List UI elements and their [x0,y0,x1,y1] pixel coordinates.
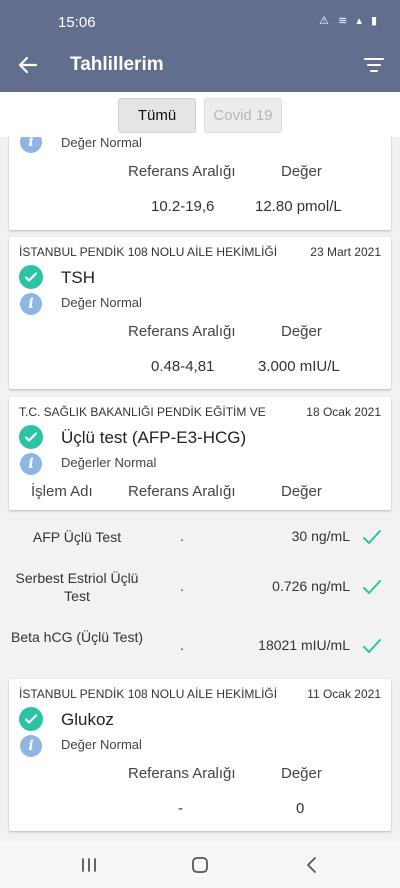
check-icon [363,639,381,653]
procedure-name: Serbest Estriol Üçlü Test [15,570,139,604]
reference-range-value: . [180,637,184,653]
lab-name: T.C. SAĞLIK BAKANLIĞI PENDİK EĞİTİM VE [19,405,266,419]
recent-apps-icon[interactable] [77,853,101,877]
reference-range-header: Referans Aralığı [128,163,236,180]
status-bar: 15:06 ⚠ ≋ ▴ ▮ [0,0,400,38]
result-card[interactable]: T.C. SAĞLIK BAKANLIĞI PENDİK EĞİTİM VE 1… [9,397,391,510]
result-value: 0 [296,800,305,817]
tab-all[interactable]: Tümü [118,98,196,133]
reference-range-value: . [180,578,184,594]
list-item[interactable]: AFP Üçlü Test . 30 ng/mL [0,517,400,557]
result-card[interactable]: İSTANBUL PENDİK 108 NOLU AİLE HEKİMLİĞİ … [9,679,391,831]
reference-range-header: Referans Aralığı [128,765,236,782]
result-card[interactable]: İSTANBUL PENDİK 108 NOLU AİLE HEKİMLİĞİ … [9,237,391,389]
result-card[interactable]: i Değer Normal Referans Aralığı Değer 10… [9,137,391,230]
result-value: 3.000 mIU/L [258,358,340,375]
status-icons: ⚠ ≋ ▴ ▮ [319,15,380,27]
tab-covid-19[interactable]: Covid 19 [204,98,282,133]
filter-icon[interactable] [360,51,388,79]
check-icon [363,580,381,594]
info-icon[interactable]: i [20,735,42,757]
value-header: Değer [281,323,322,340]
info-icon[interactable]: i [20,453,42,475]
procedure-name: AFP Üçlü Test [32,529,122,545]
check-circle-icon [19,265,43,289]
back-arrow-icon[interactable] [14,51,42,79]
procedure-name: Beta hCG (Üçlü Test) [10,629,143,645]
check-icon [363,530,381,544]
reference-range-value: - [178,800,183,817]
test-name: Üçlü test (AFP-E3-HCG) [61,428,247,447]
reference-range-header: Referans Aralığı [128,323,236,340]
result-value: 12.80 pmol/L [255,198,342,215]
system-nav-bar [0,841,400,888]
value-header: Değer [281,483,322,500]
result-date: 18 Ocak 2021 [306,405,381,419]
results-list[interactable]: i Değer Normal Referans Aralığı Değer 10… [0,137,400,841]
reference-range-value: 10.2-19,6 [151,198,215,215]
status-time: 15:06 [58,14,96,31]
result-status: Değer Normal [61,137,142,150]
result-status: Değerler Normal [61,455,157,470]
result-date: 23 Mart 2021 [310,245,381,259]
result-value: 0.726 ng/mL [272,578,350,594]
lab-name: İSTANBUL PENDİK 108 NOLU AİLE HEKİMLİĞİ [19,687,278,701]
reference-range-value: 0.48-4,81 [151,358,215,375]
result-value: 30 ng/mL [291,528,350,544]
value-header: Değer [281,765,322,782]
home-icon[interactable] [188,853,212,877]
lab-name: İSTANBUL PENDİK 108 NOLU AİLE HEKİMLİĞİ [19,245,278,259]
result-value: 18021 mIU/mL [258,637,350,653]
test-name: Glukoz [61,710,114,729]
result-status: Değer Normal [61,295,142,310]
reference-range-value: . [180,528,184,544]
result-status: Değer Normal [61,737,142,752]
test-name: TSH [61,268,95,287]
value-header: Değer [281,163,322,180]
app-bar: Tahlillerim [0,38,400,92]
info-icon[interactable]: i [20,137,42,153]
reference-range-header: Referans Aralığı [128,483,236,500]
tabs-bar: Tümü Covid 19 [0,92,400,137]
check-circle-icon [19,707,43,731]
list-item[interactable]: Serbest Estriol Üçlü Test . 0.726 ng/mL [0,563,400,613]
back-nav-icon[interactable] [300,853,324,877]
info-icon[interactable]: i [20,293,42,315]
result-date: 11 Ocak 2021 [307,687,381,701]
list-item[interactable]: Beta hCG (Üçlü Test) . 18021 mIU/mL [0,622,400,672]
page-title: Tahlillerim [70,54,164,75]
procedure-name-header: İşlem Adı [31,483,93,500]
check-circle-icon [19,425,43,449]
